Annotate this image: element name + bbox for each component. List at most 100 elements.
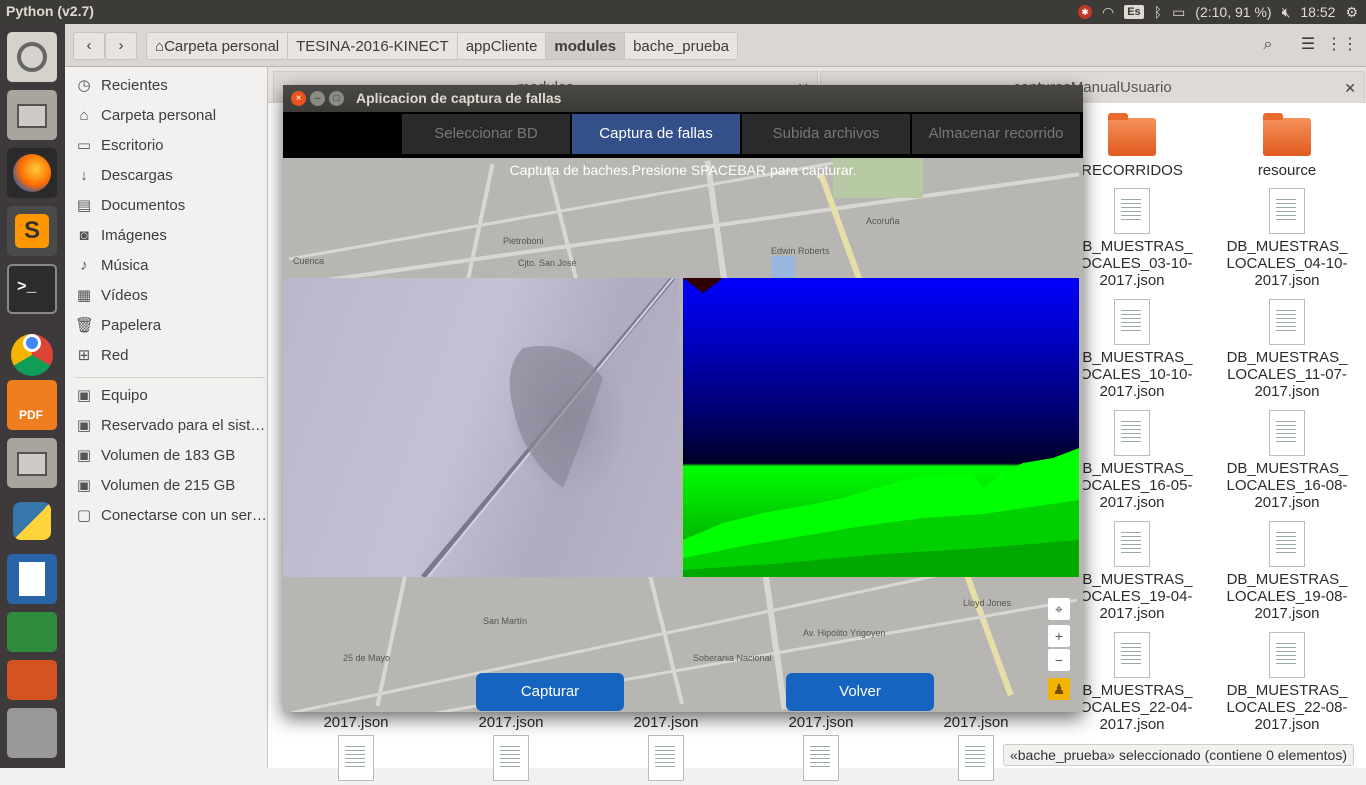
python-icon[interactable] bbox=[7, 496, 57, 546]
file-item[interactable]: 2017.json bbox=[281, 714, 431, 785]
street-label: Cuenca bbox=[293, 256, 325, 266]
street-label: Av. Hipólito Yrigoyen bbox=[803, 628, 886, 638]
zoom-in-button[interactable]: + bbox=[1048, 625, 1070, 647]
file-item[interactable]: DB_MUESTRAS_ LOCALES_04-10- 2017.json bbox=[1212, 188, 1362, 289]
tab-captura-de-fallas[interactable]: Captura de fallas bbox=[572, 114, 740, 154]
trash-icon: 🗑︎ bbox=[75, 317, 95, 334]
grid-view-icon[interactable]: ⋮⋮ bbox=[1326, 30, 1358, 60]
forward-button[interactable]: › bbox=[105, 32, 137, 60]
breadcrumb-tesina[interactable]: TESINA-2016-KINECT bbox=[288, 32, 458, 60]
pegman-icon[interactable]: ♟ bbox=[1048, 678, 1070, 700]
street-label: Soberania Nacional bbox=[693, 653, 772, 663]
sidebar-item-musica[interactable]: ♪ Música bbox=[75, 251, 270, 281]
tab-subida-archivos[interactable]: Subida archivos bbox=[742, 114, 910, 154]
keyboard-layout-indicator[interactable]: Es bbox=[1124, 5, 1144, 19]
sidebar-item-recientes[interactable]: ◷ Recientes bbox=[75, 71, 270, 101]
volver-button[interactable]: Volver bbox=[786, 673, 934, 711]
battery-status[interactable]: (2:10, 91 %) bbox=[1195, 4, 1271, 20]
sidebar-item-volumen-183[interactable]: ▣ Volumen de 183 GB bbox=[75, 441, 270, 471]
json-file-icon bbox=[338, 735, 374, 781]
chrome-icon[interactable] bbox=[7, 322, 57, 376]
list-view-icon[interactable]: ☰ bbox=[1292, 30, 1324, 60]
tab-seleccionar-bd[interactable]: Seleccionar BD bbox=[402, 114, 570, 154]
file-item[interactable]: DB_MUESTRAS_ LOCALES_16-08- 2017.json bbox=[1212, 410, 1362, 511]
files-icon-2[interactable] bbox=[7, 438, 57, 488]
sidebar-item-imagenes[interactable]: ◙ Imágenes bbox=[75, 221, 270, 251]
file-item[interactable]: 2017.json bbox=[436, 714, 586, 785]
window-title: Aplicacion de captura de fallas bbox=[356, 90, 562, 106]
ubuntu-icon[interactable] bbox=[7, 32, 57, 82]
sidebar-item-red[interactable]: ⊞ Red bbox=[75, 341, 270, 371]
json-file-icon bbox=[493, 735, 529, 781]
sidebar-item-descargas[interactable]: ↓ Descargas bbox=[75, 161, 270, 191]
breadcrumb-home[interactable]: ⌂Carpeta personal bbox=[146, 32, 289, 60]
sidebar-item-conectarse[interactable]: ▢ Conectarse con un ser… bbox=[75, 501, 270, 531]
top-panel: Python (v2.7) ✱ ◠ Es ᛒ ▭ (2:10, 91 %) 🔇︎… bbox=[0, 0, 1366, 24]
files-icon[interactable] bbox=[7, 90, 57, 140]
wifi-icon[interactable]: ◠ bbox=[1102, 4, 1114, 21]
sidebar-item-reservado[interactable]: ▣ Reservado para el sist… bbox=[75, 411, 270, 441]
firefox-icon[interactable] bbox=[7, 148, 57, 198]
bluetooth-off-icon[interactable]: ᛒ bbox=[1154, 4, 1162, 20]
gear-icon[interactable]: ⚙ bbox=[1345, 4, 1358, 21]
street-label: San Martín bbox=[483, 616, 528, 626]
desktop-icon: ▭ bbox=[76, 137, 92, 154]
close-icon[interactable]: ✕ bbox=[1344, 72, 1356, 104]
app-tabs: Seleccionar BD Captura de fallas Subida … bbox=[283, 112, 1083, 158]
writer-icon[interactable] bbox=[7, 554, 57, 604]
file-item[interactable]: DB_MUESTRAS_ LOCALES_19-08- 2017.json bbox=[1212, 521, 1362, 622]
terminal-icon[interactable]: >_ bbox=[7, 264, 57, 314]
breadcrumb: ⌂Carpeta personal TESINA-2016-KINECT app… bbox=[146, 32, 739, 60]
folder-item[interactable]: resource bbox=[1212, 113, 1362, 179]
window-titlebar[interactable]: × – □ Aplicacion de captura de fallas bbox=[283, 85, 1083, 112]
sidebar-item-volumen-215[interactable]: ▣ Volumen de 215 GB bbox=[75, 471, 270, 501]
pdf-icon[interactable]: PDF bbox=[7, 380, 57, 430]
map-background[interactable]: Cuenca Pietroboni Cjto. San José Edwin R… bbox=[283, 158, 1083, 712]
tab-almacenar-recorrido[interactable]: Almacenar recorrido bbox=[912, 114, 1080, 154]
clock[interactable]: 18:52 bbox=[1300, 4, 1335, 20]
sidebar-item-carpeta-personal[interactable]: ⌂ Carpeta personal bbox=[75, 101, 270, 131]
search-icon[interactable]: ⌕ bbox=[1252, 30, 1284, 60]
clock-icon: ◷ bbox=[77, 77, 91, 94]
sidebar-item-documentos[interactable]: ▤ Documentos bbox=[75, 191, 270, 221]
back-button[interactable]: ‹ bbox=[73, 32, 105, 60]
system-tray: ✱ ◠ Es ᛒ ▭ (2:10, 91 %) 🔇︎ 18:52 ⚙ bbox=[1077, 0, 1366, 24]
sidebar-item-escritorio[interactable]: ▭ Escritorio bbox=[75, 131, 270, 161]
file-item[interactable]: 2017.json bbox=[746, 714, 896, 785]
volume-icon[interactable]: 🔇︎ bbox=[1282, 4, 1291, 21]
maximize-icon[interactable]: □ bbox=[329, 91, 344, 106]
bluetooth-icon[interactable]: ✱ bbox=[1077, 5, 1092, 19]
trash-icon[interactable] bbox=[7, 708, 57, 758]
sublime-icon[interactable]: S bbox=[7, 206, 57, 256]
locate-icon[interactable]: ⌖ bbox=[1048, 598, 1070, 620]
minimize-icon[interactable]: – bbox=[310, 91, 325, 106]
breadcrumb-modules[interactable]: modules bbox=[546, 32, 626, 60]
folder-icon bbox=[1108, 113, 1156, 156]
status-bar: «bache_prueba» seleccionado (contiene 0 … bbox=[1002, 744, 1354, 766]
zoom-out-button[interactable]: − bbox=[1048, 649, 1070, 671]
sidebar-item-equipo[interactable]: ▣ Equipo bbox=[75, 381, 270, 411]
home-icon: ⌂ bbox=[155, 38, 165, 55]
breadcrumb-bache-prueba[interactable]: bache_prueba bbox=[625, 32, 739, 60]
impress-icon[interactable] bbox=[7, 660, 57, 700]
sidebar-item-videos[interactable]: ▦ Vídeos bbox=[75, 281, 270, 311]
file-item[interactable]: DB_MUESTRAS_ LOCALES_22-08- 2017.json bbox=[1212, 632, 1362, 733]
file-item[interactable]: 2017.json bbox=[591, 714, 741, 785]
file-item[interactable]: DB_MUESTRAS_ LOCALES_11-07- 2017.json bbox=[1212, 299, 1362, 400]
sidebar-item-papelera[interactable]: 🗑︎ Papelera bbox=[75, 311, 270, 341]
street-label: Lloyd Jones bbox=[963, 598, 1012, 608]
json-file-icon bbox=[1114, 521, 1150, 567]
file-manager-toolbar: ‹ › ⌂Carpeta personal TESINA-2016-KINECT… bbox=[65, 24, 1366, 67]
json-file-icon bbox=[1114, 299, 1150, 345]
calc-icon[interactable] bbox=[7, 612, 57, 652]
battery-icon[interactable]: ▭ bbox=[1172, 4, 1185, 21]
drive-icon: ▣ bbox=[76, 417, 92, 434]
json-file-icon bbox=[1269, 410, 1305, 456]
close-icon[interactable]: × bbox=[291, 91, 306, 106]
capturar-button[interactable]: Capturar bbox=[476, 673, 624, 711]
places-sidebar: ◷ Recientes ⌂ Carpeta personal ▭ Escritorio… bbox=[65, 67, 268, 768]
json-file-icon bbox=[1269, 299, 1305, 345]
server-icon: ▢ bbox=[76, 507, 92, 524]
launcher: S >_ PDF bbox=[0, 24, 65, 768]
breadcrumb-appcliente[interactable]: appCliente bbox=[457, 32, 547, 60]
